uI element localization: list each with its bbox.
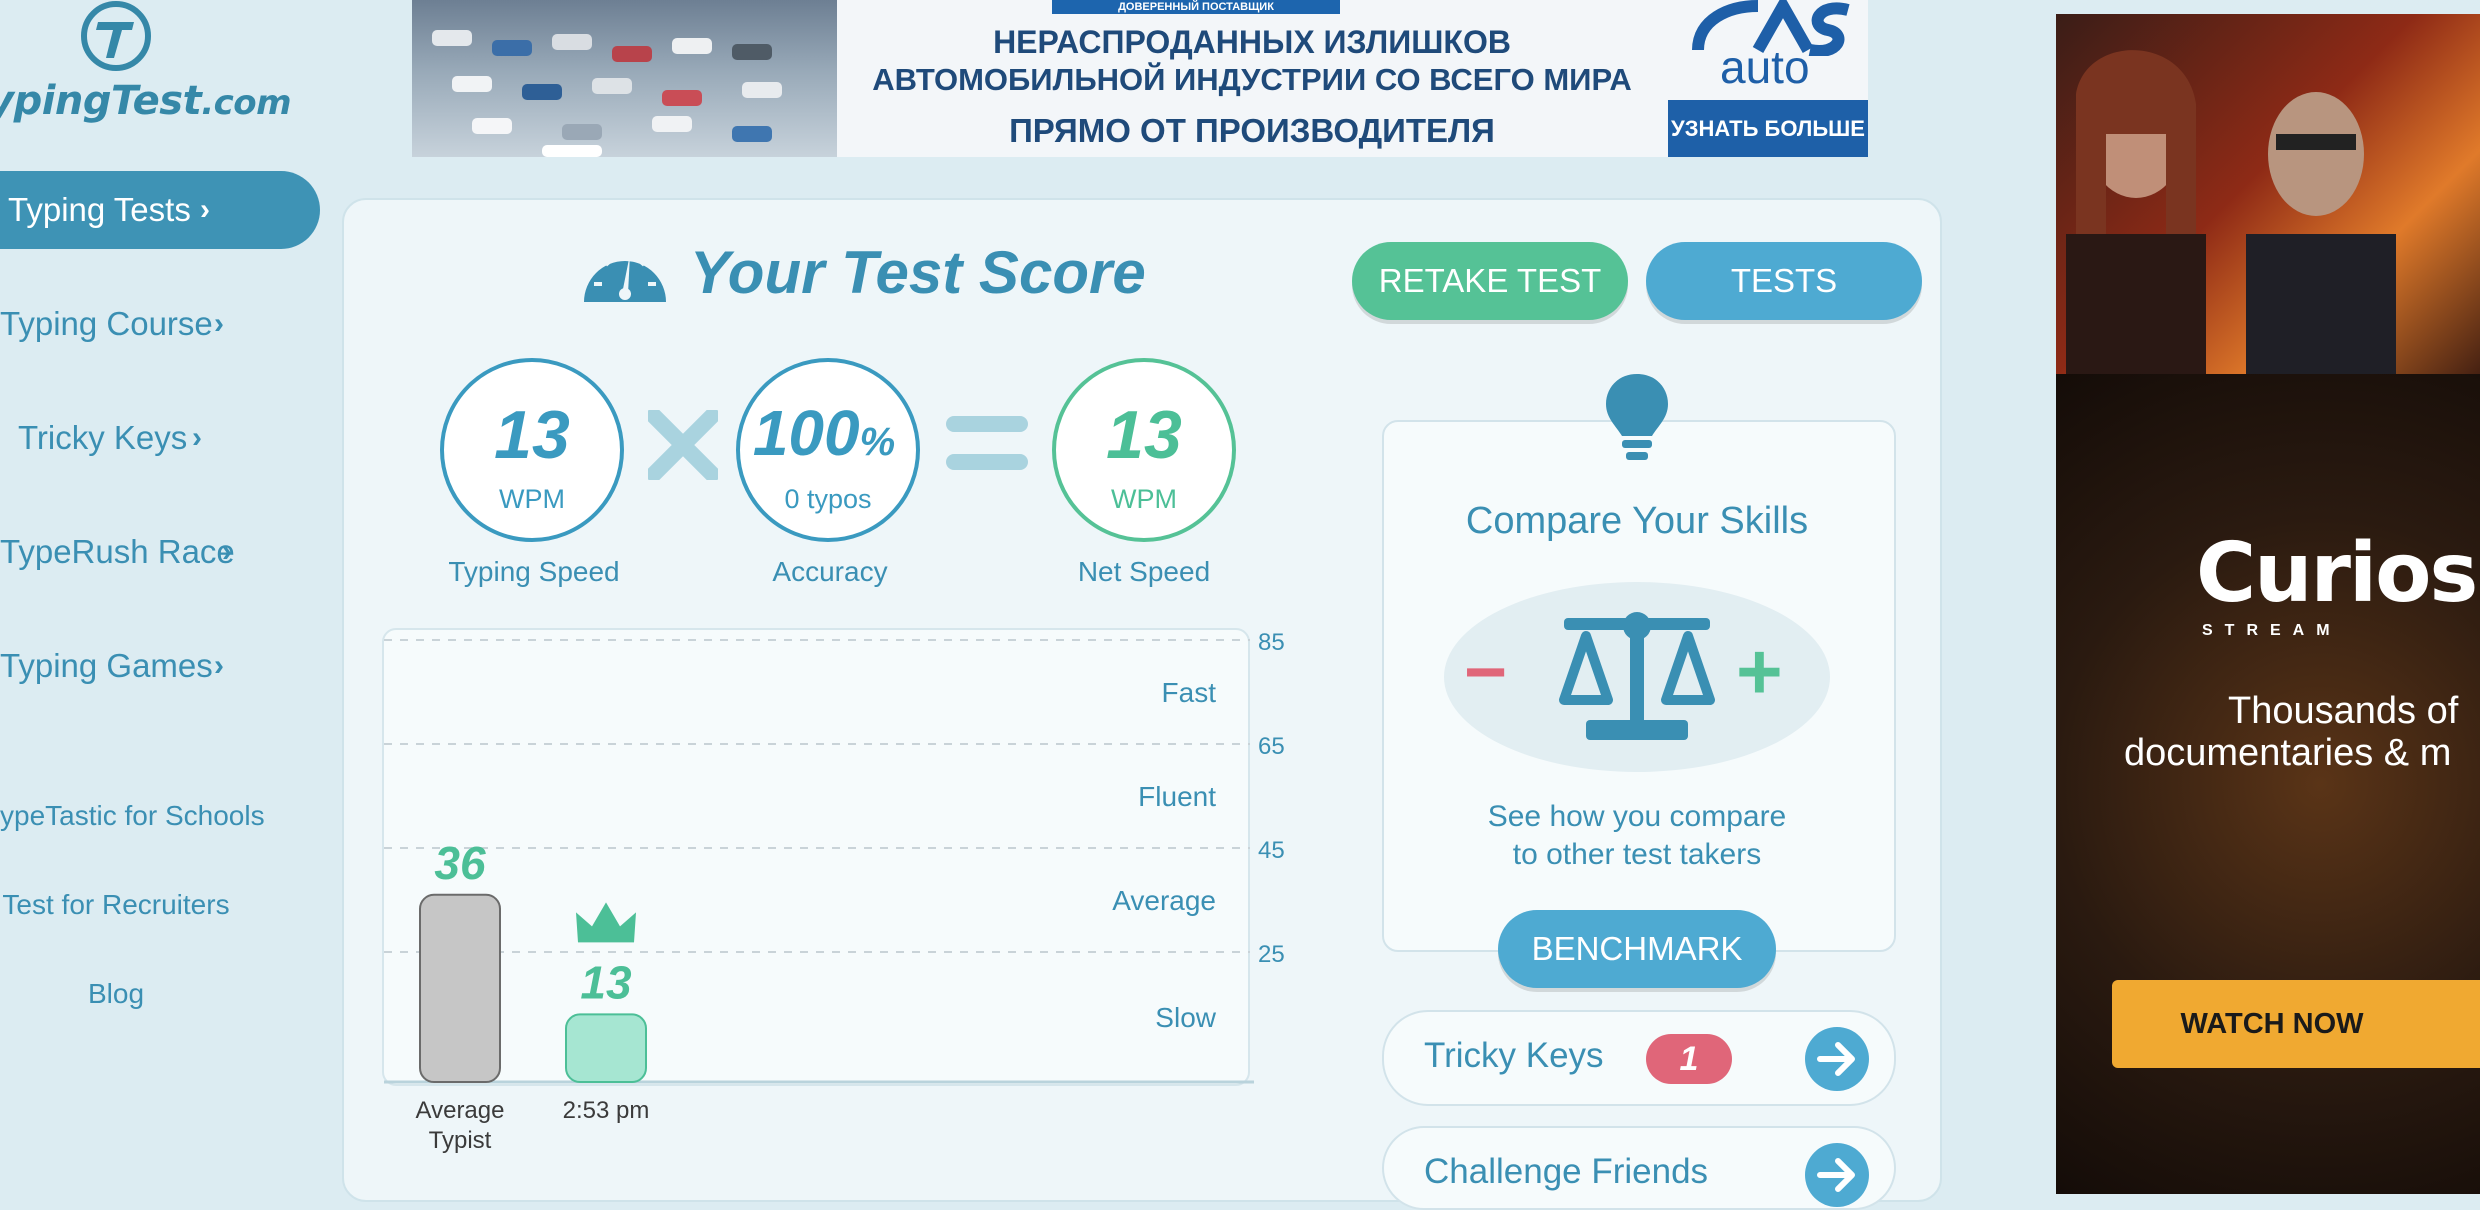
y-tick-label: 25 <box>1258 941 1285 968</box>
nav-typing-course[interactable]: Typing Course › <box>0 285 320 363</box>
ad-right-cta-label: WATCH NOW <box>2180 1008 2364 1040</box>
bar <box>565 1013 647 1083</box>
net-speed-caption: Net Speed <box>1077 556 1211 587</box>
retake-test-button[interactable]: RETAKE TEST <box>1352 242 1628 320</box>
data-label: 36 <box>434 837 486 889</box>
chevron-right-icon: › <box>214 649 224 682</box>
typing-speed-caption: Typing Speed <box>448 556 620 587</box>
lightbulb-icon <box>1606 374 1668 460</box>
nav-tricky-keys[interactable]: Tricky Keys › <box>0 399 320 477</box>
minus-label: − <box>1464 630 1508 713</box>
chevron-right-icon: › <box>222 535 232 568</box>
accuracy-value: 100% <box>736 396 912 470</box>
ad-right-sub: STREAM <box>2202 622 2342 639</box>
accuracy-percent: % <box>859 420 896 464</box>
ad-cta-button[interactable]: УЗНАТЬ БОЛЬШЕ <box>1668 100 1868 157</box>
multiply-icon <box>648 410 718 480</box>
plus-label: + <box>1736 627 1783 716</box>
nav-label: Tricky Keys <box>18 419 188 456</box>
ad-line-2: АВТОМОБИЛЬНОЙ ИНДУСТРИИ СО ВСЕГО МИРА <box>872 62 1632 97</box>
band-label: Average <box>1112 885 1216 916</box>
benchmark-button[interactable]: BENCHMARK <box>1498 910 1776 988</box>
y-tick-label: 45 <box>1258 837 1285 864</box>
ad-right-line-1: Thousands of <box>2228 690 2459 732</box>
band-label: Slow <box>1155 1002 1216 1033</box>
ad-right-line-2: documentaries & m <box>2124 732 2452 774</box>
ad-right-brand: Curiosit <box>2196 526 2480 621</box>
ad-banner-top[interactable]: ДОВЕРЕННЫЙ ПОСТАВЩИК НЕРАСПРОДАННЫХ ИЗЛИ… <box>412 0 1868 157</box>
nav-label: Typing Course <box>0 305 213 342</box>
band-label: Fast <box>1162 677 1217 708</box>
arrow-right-icon[interactable] <box>1804 1026 1870 1092</box>
logo-text[interactable]: ypingTest.com <box>0 78 292 124</box>
compare-description-2: to other test takers <box>1512 838 1762 871</box>
ad-badge: ДОВЕРЕННЫЙ ПОСТАВЩИК <box>1052 0 1340 14</box>
x-category-label: 2:53 pm <box>563 1097 650 1124</box>
nav-label: Typing Games <box>0 647 213 684</box>
sidebar: ypingTest.com Typing Tests › Typing Cour… <box>0 0 340 1180</box>
chevron-right-icon: › <box>214 307 224 340</box>
net-speed-value: 13 <box>1106 397 1182 473</box>
scale-icon <box>1559 612 1715 740</box>
nav-typing-tests[interactable]: Typing Tests › <box>0 171 320 249</box>
logo-icon[interactable] <box>78 0 154 72</box>
x-category-label: Typist <box>429 1127 492 1154</box>
nav-typing-games[interactable]: Typing Games › <box>0 627 320 705</box>
data-label: 13 <box>580 956 632 1008</box>
ad-right-background <box>2056 374 2480 1194</box>
ad-cars-image <box>412 0 837 157</box>
speed-chart: 85 65 45 25 Fast Fluent Average Slow 36 Average Ty… <box>384 629 1285 1154</box>
challenge-friends-label: Challenge Friends <box>1424 1152 1709 1191</box>
ad-line-3: ПРЯМО ОТ ПРОИЗВОДИТЕЛЯ <box>1009 112 1495 149</box>
accuracy-caption: Accuracy <box>772 556 888 587</box>
typing-speed-value: 13 <box>494 397 570 473</box>
crown-icon <box>576 902 636 943</box>
chevron-right-icon: › <box>200 193 210 226</box>
typing-speed-unit: WPM <box>499 484 565 514</box>
accuracy-circle: 100% 0 typos <box>736 358 920 542</box>
link-for-recruiters[interactable]: Test for Recruiters <box>0 889 232 921</box>
typing-speed-circle: 13 WPM <box>440 358 624 542</box>
bar <box>419 893 501 1083</box>
y-tick-label: 65 <box>1258 733 1285 760</box>
accuracy-typos: 0 typos <box>784 484 872 514</box>
y-tick-label: 85 <box>1258 629 1285 656</box>
ad-line-1: НЕРАСПРОДАННЫХ ИЗЛИШКОВ <box>993 24 1511 60</box>
arrow-right-icon[interactable] <box>1804 1142 1870 1208</box>
speedometer-icon <box>584 254 666 302</box>
compare-title: Compare Your Skills <box>1465 500 1809 542</box>
equals-icon <box>946 416 1028 470</box>
ad-brand-logo: auto <box>1680 0 1868 100</box>
tricky-keys-count-badge: 1 <box>1646 1034 1732 1084</box>
link-blog[interactable]: Blog <box>0 978 232 1010</box>
tricky-keys-label: Tricky Keys <box>1424 1036 1604 1075</box>
accuracy-number: 100 <box>752 397 860 469</box>
nav-typerush-race[interactable]: TypeRush Race › <box>0 513 320 591</box>
net-speed-unit: WPM <box>1111 484 1177 514</box>
ad-banner-right[interactable]: Curiosit STREAM Thousands of documentari… <box>2056 14 2480 1194</box>
net-speed-circle: 13 WPM <box>1052 358 1236 542</box>
ad-brand-text: auto <box>1720 41 1810 93</box>
tests-button[interactable]: TESTS <box>1646 242 1922 320</box>
nav-label: TypeRush Race <box>0 533 235 570</box>
link-for-schools[interactable]: ypeTastic for Schools <box>0 800 265 832</box>
compare-description-1: See how you compare <box>1487 800 1787 833</box>
ad-portrait-image <box>2066 50 2396 374</box>
ad-right-cta[interactable]: WATCH NOW <box>2112 980 2480 1068</box>
band-label: Fluent <box>1138 781 1216 812</box>
x-category-label: Average <box>416 1097 505 1124</box>
nav-label: Typing Tests <box>8 191 191 228</box>
challenge-friends-row[interactable]: Challenge Friends <box>1382 1126 1896 1210</box>
tricky-keys-row[interactable]: Tricky Keys 1 <box>1382 1010 1896 1106</box>
page-title: Your Test Score <box>690 239 1146 306</box>
chevron-right-icon: › <box>192 421 202 454</box>
